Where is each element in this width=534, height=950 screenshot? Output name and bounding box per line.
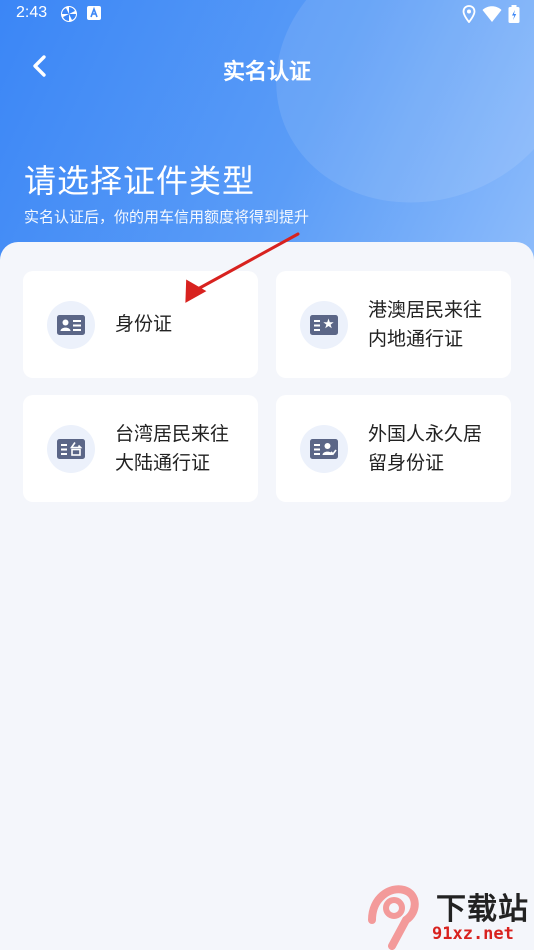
id-card-icon — [47, 301, 95, 349]
pinwheel-icon — [60, 5, 78, 27]
status-bar: 2:43 — [0, 0, 534, 28]
id-type-label: 港澳居民来往 内地通行证 — [368, 271, 499, 378]
section-subheading: 实名认证后，你的用车信用额度将得到提升 — [24, 208, 310, 226]
watermark-text: 下载站 — [436, 892, 529, 927]
watermark: 下载站 91xz.net — [362, 880, 534, 950]
id-type-label-line1: 台湾居民来往 — [115, 422, 230, 445]
id-type-label-line2: 内地通行证 — [368, 327, 464, 350]
page-title: 实名认证 — [222, 60, 311, 85]
id-type-card-taiwan[interactable]: 台湾居民来往 大陆通行证 — [23, 395, 258, 502]
watermark-url: 91xz.net — [432, 924, 514, 944]
hk-macau-permit-icon — [300, 301, 348, 349]
location-icon — [462, 5, 476, 27]
id-type-label: 外国人永久居 留身份证 — [368, 395, 499, 502]
id-type-card-hk-macau[interactable]: 港澳居民来往 内地通行证 — [276, 271, 511, 378]
taiwan-permit-icon — [47, 425, 95, 473]
a-app-icon — [86, 5, 102, 25]
watermark-logo-icon — [368, 885, 419, 950]
foreigner-id-icon — [300, 425, 348, 473]
status-time: 2:43 — [16, 4, 48, 21]
id-type-label-line2: 留身份证 — [368, 451, 445, 474]
id-type-label: 台湾居民来往 大陆通行证 — [115, 395, 246, 502]
wifi-icon — [482, 5, 502, 27]
nav-bar: 实名认证 — [0, 40, 534, 96]
id-type-label-line1: 外国人永久居 — [368, 422, 483, 445]
id-type-label-line1: 港澳居民来往 — [368, 298, 483, 321]
content-panel: 身份证 港澳居民来往 内地通行证 台湾居民来往 大陆通行证 外国人永久居 留身份… — [0, 242, 534, 950]
section-heading: 请选择证件类型 — [24, 162, 256, 200]
annotation-arrow-icon — [185, 232, 300, 303]
id-type-label-line2: 大陆通行证 — [115, 451, 211, 474]
id-type-card-foreigner[interactable]: 外国人永久居 留身份证 — [276, 395, 511, 502]
battery-icon — [508, 5, 520, 27]
id-type-label-line1: 身份证 — [115, 313, 173, 335]
